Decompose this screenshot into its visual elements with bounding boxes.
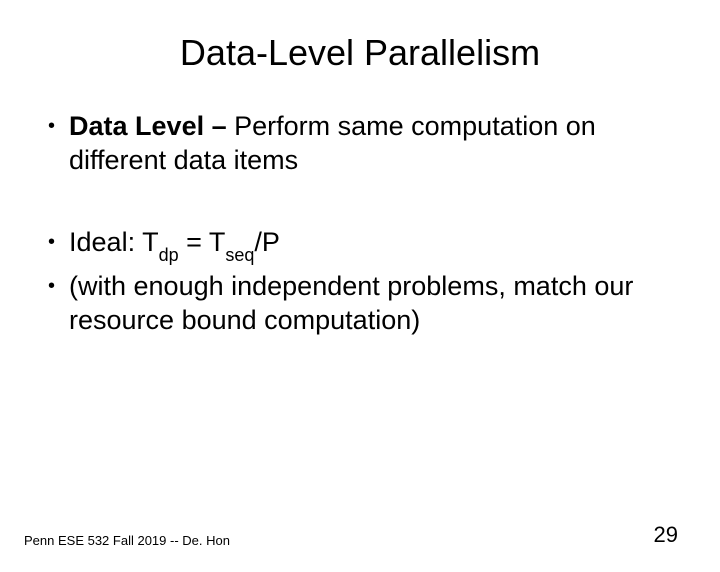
formula-sub-dp: dp	[159, 245, 179, 265]
bullet-item: • Ideal: Tdp = Tseq/P	[48, 226, 680, 263]
bullet-text: Ideal: Tdp = Tseq/P	[69, 226, 680, 263]
formula-mid: = T	[179, 227, 226, 257]
formula-pre: Ideal: T	[69, 227, 159, 257]
bullet-dot-icon: •	[48, 274, 55, 299]
formula-post: /P	[254, 227, 280, 257]
slide: Data-Level Parallelism • Data Level – Pe…	[0, 32, 720, 572]
content-area: • Data Level – Perform same computation …	[0, 110, 720, 338]
page-number: 29	[654, 522, 678, 548]
formula-sub-seq: seq	[225, 245, 254, 265]
bullet-dot-icon: •	[48, 230, 55, 255]
bullet-dot-icon: •	[48, 114, 55, 139]
footer-text: Penn ESE 532 Fall 2019 -- De. Hon	[24, 533, 230, 548]
slide-title: Data-Level Parallelism	[0, 32, 720, 74]
bullet-text: (with enough independent problems, match…	[69, 270, 680, 338]
bullet-item: • (with enough independent problems, mat…	[48, 270, 680, 338]
bullet-text: Data Level – Perform same computation on…	[69, 110, 680, 178]
bullet-bold: Data Level –	[69, 111, 234, 141]
spacer	[48, 186, 680, 226]
bullet-item: • Data Level – Perform same computation …	[48, 110, 680, 178]
